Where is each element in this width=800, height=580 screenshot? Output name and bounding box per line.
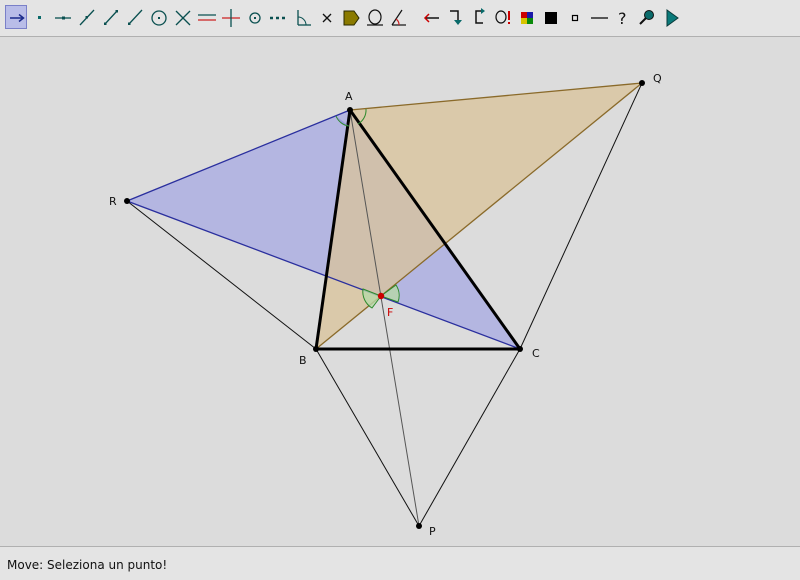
point-Q[interactable] <box>639 80 645 86</box>
angle-tool-icon[interactable] <box>292 5 314 29</box>
toolbar: ? <box>0 0 800 37</box>
perpendicular-icon[interactable] <box>220 5 242 29</box>
point-P[interactable] <box>416 523 422 529</box>
play-icon[interactable] <box>660 5 682 29</box>
zoom-icon[interactable] <box>636 5 658 29</box>
status-text: Move: Seleziona un punto! <box>7 558 168 572</box>
label-R: R <box>109 195 117 208</box>
macro-icon[interactable] <box>492 5 514 29</box>
label-F: F <box>387 306 393 319</box>
line-style-icon[interactable] <box>588 5 610 29</box>
angle-measure-icon[interactable] <box>388 5 410 29</box>
geometry-figure[interactable]: A B C P Q R F <box>0 37 800 546</box>
locus-icon[interactable] <box>364 5 386 29</box>
dotted-line-icon[interactable] <box>268 5 290 29</box>
ray-icon[interactable] <box>124 5 146 29</box>
point-B[interactable] <box>313 346 319 352</box>
point-F[interactable] <box>377 292 385 300</box>
status-bar: Move: Seleziona un punto! <box>0 546 800 580</box>
cross-icon[interactable] <box>172 5 194 29</box>
segment-icon[interactable] <box>100 5 122 29</box>
color-palette-icon[interactable] <box>516 5 538 29</box>
move-tool-icon[interactable] <box>5 5 27 29</box>
circle-icon[interactable] <box>148 5 170 29</box>
segment-CP[interactable] <box>418 348 521 527</box>
point-A[interactable] <box>347 107 353 113</box>
small-square-icon[interactable] <box>564 5 586 29</box>
label-Q: Q <box>653 72 662 85</box>
arrow-left-icon[interactable] <box>420 5 442 29</box>
undo-arrow-icon[interactable] <box>468 5 490 29</box>
help-icon[interactable]: ? <box>612 5 634 29</box>
drawing-canvas[interactable]: A B C P Q R F <box>0 37 800 546</box>
label-C: C <box>532 347 540 360</box>
point-R[interactable] <box>124 198 130 204</box>
line-icon[interactable] <box>76 5 98 29</box>
svg-text:?: ? <box>618 9 627 28</box>
polygon-icon[interactable] <box>340 5 362 29</box>
center-circle-icon[interactable] <box>244 5 266 29</box>
point-C[interactable] <box>517 346 523 352</box>
new-point-icon[interactable] <box>28 5 50 29</box>
redo-arrow-icon[interactable] <box>444 5 466 29</box>
label-A: A <box>345 90 353 103</box>
label-P: P <box>429 525 436 538</box>
intersect-icon[interactable] <box>52 5 74 29</box>
segment-BP[interactable] <box>315 348 420 527</box>
label-B: B <box>299 354 307 367</box>
fill-square-icon[interactable] <box>540 5 562 29</box>
parallel-icon[interactable] <box>196 5 218 29</box>
delete-icon[interactable] <box>316 5 338 29</box>
